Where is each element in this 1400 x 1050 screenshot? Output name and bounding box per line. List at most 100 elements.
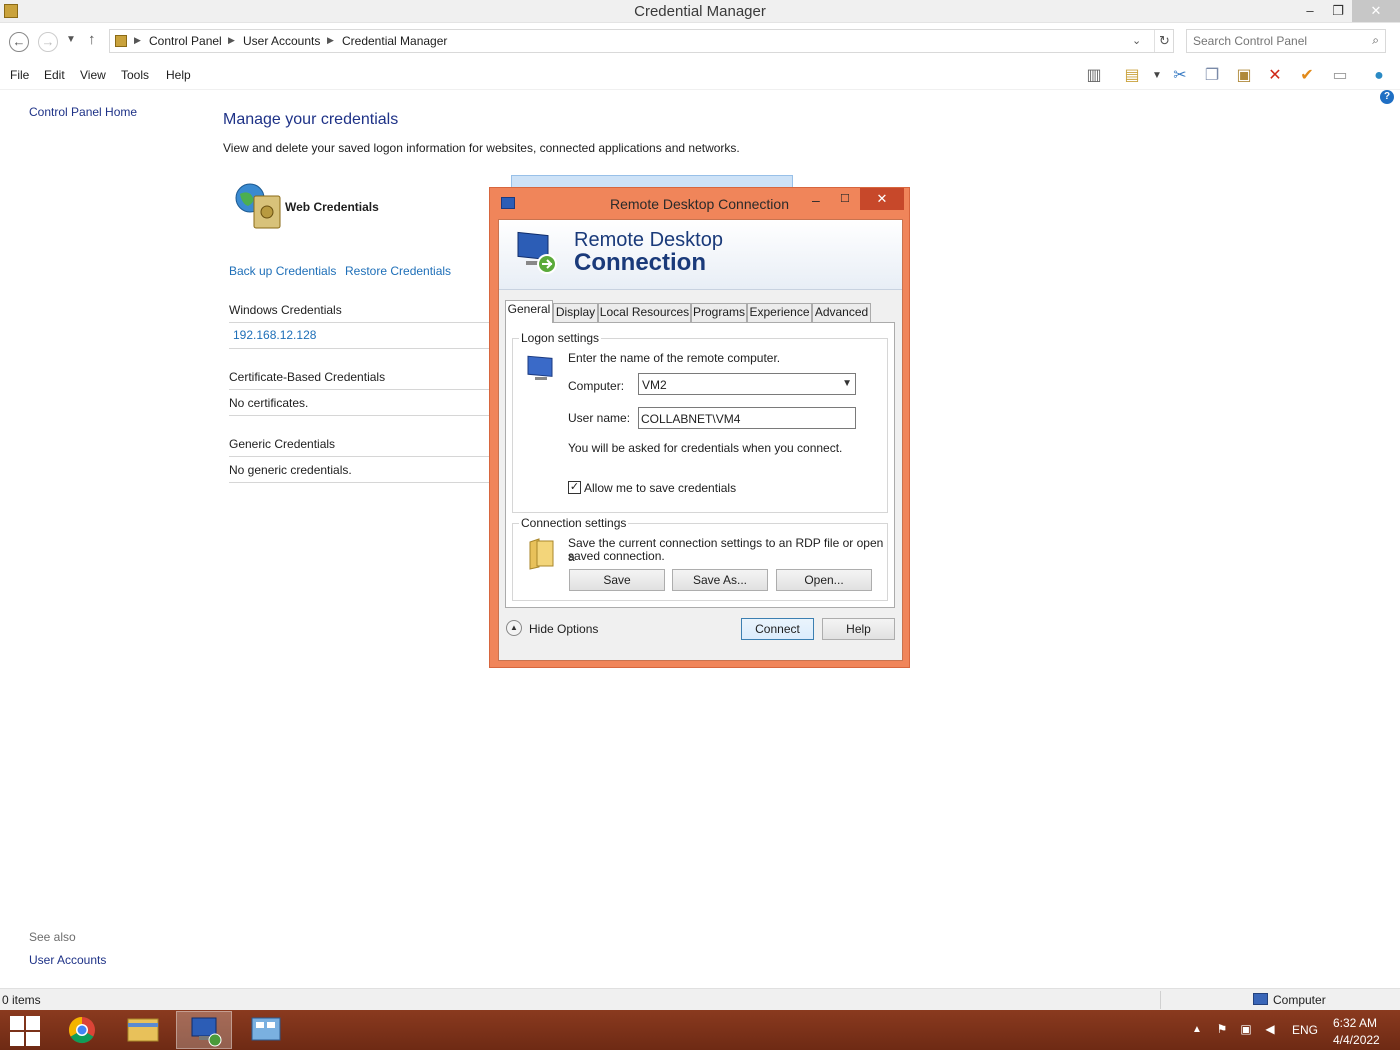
chevron-down-icon[interactable]: ▼ <box>1146 65 1168 87</box>
show-hidden-icons-icon[interactable]: ▲ <box>1192 1024 1202 1035</box>
connect-button[interactable]: Connect <box>741 618 814 640</box>
connection-settings-legend: Connection settings <box>519 516 629 530</box>
divider <box>229 322 491 323</box>
refresh-icon[interactable]: ↻ <box>1154 30 1174 52</box>
divider <box>1160 991 1161 1009</box>
window-title: Credential Manager <box>634 3 766 20</box>
general-tab-panel: Logon settings Enter the name of the rem… <box>505 322 895 608</box>
tab-general[interactable]: General <box>505 300 553 323</box>
tab-local-resources[interactable]: Local Resources <box>598 303 691 322</box>
window-titlebar: Credential Manager – ❐ ✕ <box>0 0 1400 23</box>
clock-time[interactable]: 6:32 AM <box>1333 1016 1377 1030</box>
restore-credentials-link[interactable]: Restore Credentials <box>345 264 451 278</box>
breadcrumb-credential-manager[interactable]: Credential Manager <box>342 34 447 48</box>
collapse-up-icon[interactable]: ▲ <box>506 620 522 636</box>
chevron-down-icon[interactable]: ⌄ <box>1132 34 1141 47</box>
restore-button[interactable]: ❐ <box>1322 0 1354 22</box>
file-explorer-icon[interactable] <box>115 1011 171 1049</box>
hide-options-button[interactable]: Hide Options <box>529 622 598 636</box>
checkmark-icon[interactable]: ✔ <box>1296 65 1318 87</box>
control-panel-taskbar-icon[interactable] <box>238 1011 294 1049</box>
logon-settings-group: Logon settings Enter the name of the rem… <box>512 331 888 513</box>
layout-pane-icon[interactable]: ▥ <box>1083 65 1105 87</box>
web-credentials-label[interactable]: Web Credentials <box>285 200 379 214</box>
search-icon[interactable]: ⌕ <box>1372 33 1379 48</box>
page-title: Manage your credentials <box>223 111 399 128</box>
taskbar: ▲ ⚑ ▣ ◀ ENG 6:32 AM 4/4/2022 <box>0 1010 1400 1050</box>
properties-icon[interactable]: ▤ <box>1121 65 1143 87</box>
input-language[interactable]: ENG <box>1292 1023 1318 1037</box>
computer-icon <box>527 355 553 380</box>
close-button[interactable]: ✕ <box>860 188 904 210</box>
item-count: 0 items <box>2 993 41 1007</box>
paste-icon[interactable]: ▣ <box>1233 65 1255 87</box>
copy-icon[interactable]: ❐ <box>1201 65 1223 87</box>
breadcrumb-chevron-icon[interactable]: ▶ <box>327 35 334 46</box>
allow-save-credentials-checkbox[interactable]: ✓ <box>568 481 581 494</box>
up-icon[interactable]: ↑ <box>88 31 96 48</box>
generic-credentials-heading: Generic Credentials <box>229 437 336 451</box>
breadcrumb-control-panel[interactable]: Control Panel <box>149 34 222 48</box>
control-panel-home-link[interactable]: Control Panel Home <box>29 105 137 119</box>
menu-help[interactable]: Help <box>166 68 191 82</box>
save-button[interactable]: Save <box>569 569 665 591</box>
address-row: ← → ▼ ↑ ▶ Control Panel ▶ User Accounts … <box>0 24 1400 60</box>
rename-icon[interactable]: ▭ <box>1329 65 1351 87</box>
search-box[interactable]: ⌕ <box>1186 29 1386 53</box>
chrome-icon[interactable] <box>54 1011 110 1049</box>
menu-file[interactable]: File <box>10 68 29 82</box>
remote-desktop-taskbar-icon[interactable] <box>176 1011 232 1049</box>
menu-edit[interactable]: Edit <box>44 68 65 82</box>
windows-credential-item[interactable]: 192.168.12.128 <box>233 328 316 342</box>
chevron-down-icon[interactable]: ▼ <box>842 378 852 389</box>
action-center-flag-icon[interactable]: ⚑ <box>1214 1022 1230 1038</box>
help-button[interactable]: Help <box>822 618 895 640</box>
connection-settings-group: Connection settings Save the current con… <box>512 516 888 601</box>
computer-combobox[interactable]: VM2 ▼ <box>638 373 856 395</box>
username-value[interactable]: COLLABNET\VM4 <box>641 412 740 426</box>
breadcrumb-chevron-icon[interactable]: ▶ <box>134 35 141 46</box>
tab-programs[interactable]: Programs <box>691 303 747 322</box>
recent-pages-dropdown-icon[interactable]: ▼ <box>66 34 76 45</box>
divider <box>229 456 491 457</box>
forward-icon[interactable]: → <box>38 32 58 52</box>
back-icon[interactable]: ← <box>9 32 29 52</box>
web-credentials-icon[interactable] <box>234 182 284 232</box>
network-icon[interactable]: ▣ <box>1238 1022 1254 1038</box>
search-input[interactable] <box>1193 31 1368 51</box>
allow-save-credentials-label[interactable]: Allow me to save credentials <box>584 481 736 495</box>
computer-value[interactable]: VM2 <box>642 378 667 392</box>
tab-experience[interactable]: Experience <box>747 303 812 322</box>
user-accounts-link[interactable]: User Accounts <box>29 953 106 967</box>
connection-text-line2: saved connection. <box>568 549 665 563</box>
divider <box>229 348 491 349</box>
username-label: User name: <box>568 411 631 425</box>
globe-icon[interactable]: ● <box>1368 65 1390 87</box>
tab-advanced[interactable]: Advanced <box>812 303 871 322</box>
backup-credentials-link[interactable]: Back up Credentials <box>229 264 336 278</box>
minimize-button[interactable]: – <box>812 192 820 208</box>
breadcrumb-chevron-icon[interactable]: ▶ <box>228 35 235 46</box>
tab-display[interactable]: Display <box>553 303 598 322</box>
breadcrumb-user-accounts[interactable]: User Accounts <box>243 34 320 48</box>
remote-desktop-dialog: Remote Desktop Connection – ☐ ✕ Remote D… <box>489 187 910 668</box>
certificate-credentials-heading: Certificate-Based Credentials <box>229 370 386 384</box>
delete-icon[interactable]: ✕ <box>1264 65 1286 87</box>
windows-start-icon[interactable] <box>0 1010 48 1050</box>
help-icon[interactable]: ? <box>1380 90 1394 104</box>
speaker-muted-icon[interactable]: ◀ <box>1262 1022 1278 1038</box>
close-button[interactable]: ✕ <box>1352 0 1400 22</box>
folder-icon <box>529 538 554 570</box>
dialog-body: Remote Desktop Connection General Displa… <box>498 219 903 661</box>
divider <box>229 389 491 390</box>
open-button[interactable]: Open... <box>776 569 872 591</box>
username-field[interactable]: COLLABNET\VM4 <box>638 407 856 429</box>
clock-date[interactable]: 4/4/2022 <box>1333 1033 1380 1047</box>
save-as-button[interactable]: Save As... <box>672 569 768 591</box>
cut-icon[interactable]: ✂ <box>1169 65 1191 87</box>
menu-view[interactable]: View <box>80 68 106 82</box>
maximize-button[interactable]: ☐ <box>840 192 850 205</box>
menu-tools[interactable]: Tools <box>121 68 149 82</box>
address-bar[interactable]: ▶ Control Panel ▶ User Accounts ▶ Creden… <box>109 29 1174 53</box>
certificate-credentials-value: No certificates. <box>229 396 309 410</box>
